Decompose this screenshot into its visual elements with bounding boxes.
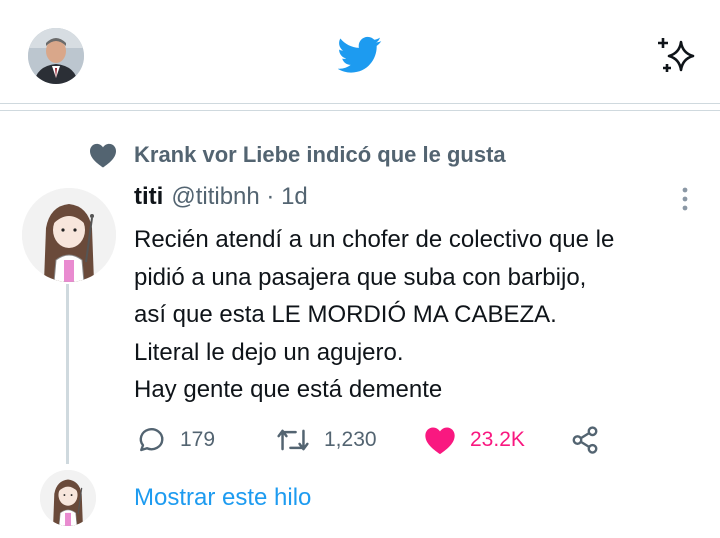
share-button[interactable] — [570, 422, 614, 458]
twitter-bird-icon[interactable] — [337, 36, 382, 74]
tweet-text-line: Literal le dejo un agujero. — [134, 338, 404, 366]
like-button[interactable]: 23.2K — [424, 422, 525, 458]
share-icon — [572, 426, 598, 454]
reply-count: 179 — [180, 428, 216, 451]
tweet-text-line: Hay gente que está demente — [134, 376, 443, 403]
tweet-text-line: pidió a una pasajera que suba con barbij… — [134, 263, 587, 291]
reply-button[interactable]: 179 — [134, 422, 215, 458]
author-avatar[interactable] — [22, 188, 116, 282]
heart-icon — [90, 143, 116, 168]
author-handle-time[interactable]: @titibnh · 1d — [171, 183, 307, 211]
social-context[interactable]: Krank vor Liebe indicó que le gusta — [88, 140, 506, 170]
author-name[interactable]: titi — [134, 183, 163, 211]
profile-avatar[interactable] — [28, 28, 84, 84]
retweet-count: 1,230 — [324, 428, 377, 451]
more-options-icon[interactable] — [676, 186, 694, 212]
show-thread-link[interactable]: Mostrar este hilo — [134, 484, 311, 512]
tweet[interactable]: titi @titibnh · 1d Recién atendí a un ch… — [134, 183, 704, 409]
sparkle-icon[interactable] — [655, 36, 699, 76]
like-count: 23.2K — [470, 428, 525, 451]
top-bar — [0, 0, 720, 106]
header-divider — [0, 103, 720, 104]
retweet-icon — [277, 429, 309, 451]
tweet-actions: 179 1,230 23.2K — [134, 422, 614, 458]
tweet-header: titi @titibnh · 1d — [134, 183, 704, 217]
tweet-text-line: Recién atendí a un chofer de colectivo q… — [134, 226, 615, 253]
reply-icon — [139, 428, 164, 452]
retweet-button[interactable]: 1,230 — [276, 422, 377, 458]
tweet-text-line: así que esta LE MORDIÓ MA CABEZA. — [134, 301, 557, 328]
thread-author-avatar[interactable] — [40, 470, 96, 526]
thread-line — [66, 284, 69, 464]
liked-heart-icon — [425, 427, 455, 455]
tweet-text: Recién atendí a un chofer de colectivo q… — [134, 221, 704, 409]
social-context-text: Krank vor Liebe indicó que le gusta — [134, 142, 506, 167]
header-divider-secondary — [0, 110, 720, 111]
